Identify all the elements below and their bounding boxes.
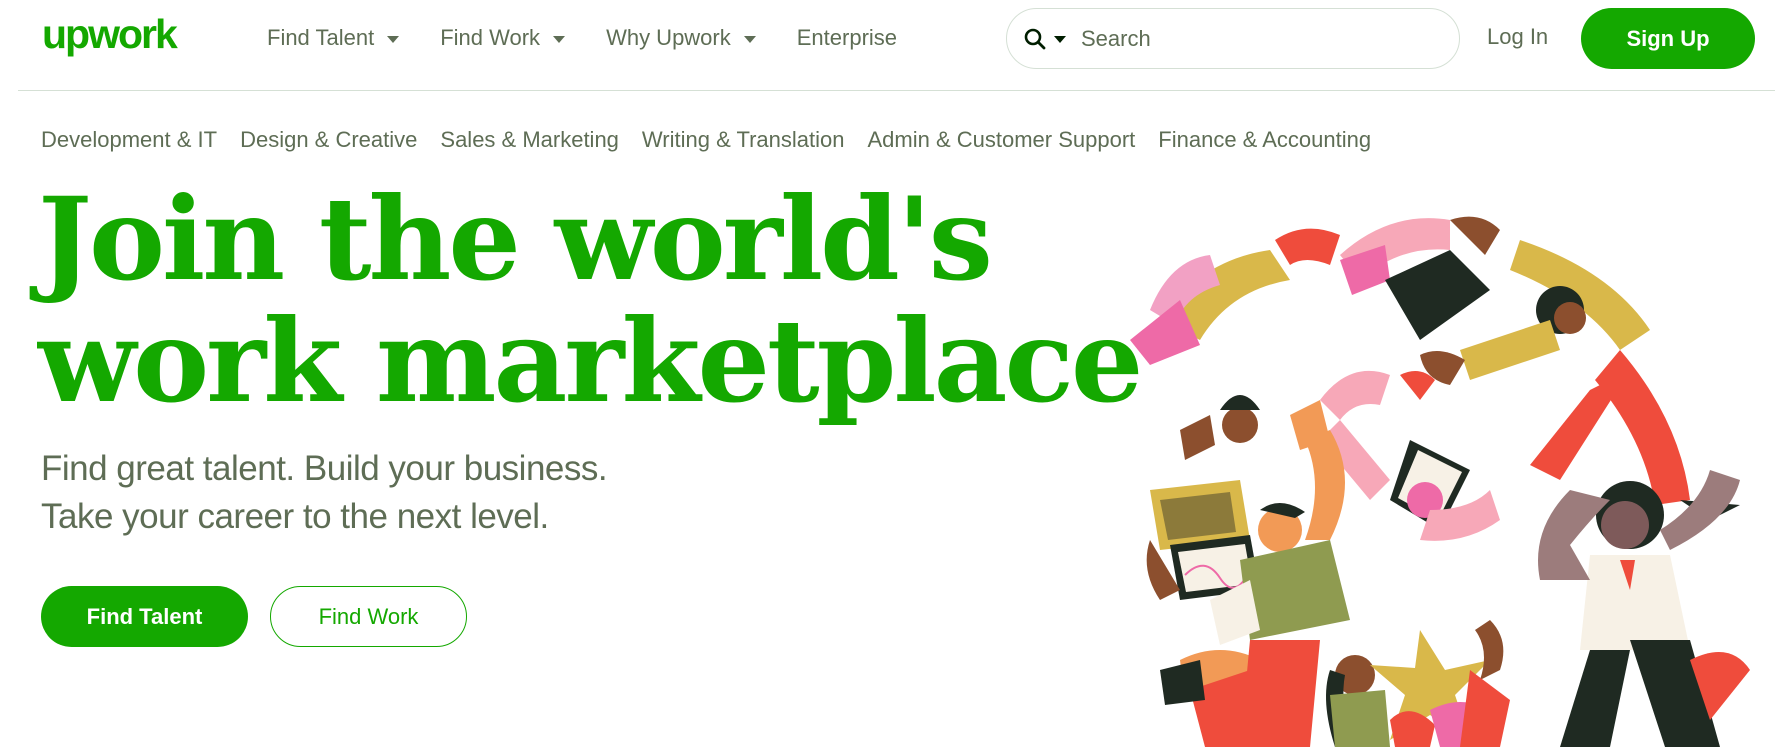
login-link[interactable]: Log In bbox=[1487, 24, 1548, 50]
category-finance-accounting[interactable]: Finance & Accounting bbox=[1158, 127, 1371, 153]
category-nav: Development & IT Design & Creative Sales… bbox=[41, 127, 1394, 153]
signup-button[interactable]: Sign Up bbox=[1581, 8, 1755, 69]
chevron-down-icon bbox=[743, 35, 756, 43]
chevron-down-icon bbox=[553, 35, 566, 43]
chevron-down-icon bbox=[387, 35, 400, 43]
search-icon[interactable] bbox=[1022, 26, 1048, 52]
main-nav: Find Talent Find Work Why Upwork Enterpr… bbox=[267, 21, 938, 55]
hero-headline-line1: Join the world's bbox=[38, 172, 993, 306]
hero-subtitle-line2: Take your career to the next level. bbox=[41, 497, 549, 536]
search-type-dropdown-icon[interactable] bbox=[1054, 36, 1066, 43]
hero-illustration bbox=[1090, 200, 1789, 747]
nav-enterprise-label: Enterprise bbox=[796, 25, 898, 50]
upwork-logo-mark: upwork bbox=[42, 14, 180, 57]
category-sales-marketing[interactable]: Sales & Marketing bbox=[440, 127, 619, 153]
category-development-it[interactable]: Development & IT bbox=[41, 127, 217, 153]
hero-headline: Join the world's work marketplace bbox=[38, 172, 1143, 428]
hero-headline-line2: work marketplace bbox=[38, 294, 1143, 428]
top-navigation: upwork Find Talent Find Work Why Upwork … bbox=[18, 0, 1775, 91]
find-work-button[interactable]: Find Work bbox=[270, 586, 467, 647]
upwork-logo[interactable]: upwork bbox=[42, 14, 202, 64]
search-input[interactable] bbox=[1081, 25, 1411, 52]
svg-text:upwork: upwork bbox=[42, 14, 178, 57]
nav-find-work-label: Find Work bbox=[440, 25, 541, 50]
nav-find-talent-label: Find Talent bbox=[267, 25, 375, 50]
nav-why-upwork-label: Why Upwork bbox=[606, 25, 731, 50]
people-circle-illustration bbox=[1130, 216, 1750, 747]
category-admin-support[interactable]: Admin & Customer Support bbox=[868, 127, 1136, 153]
nav-find-work[interactable]: Find Work bbox=[440, 25, 566, 51]
category-design-creative[interactable]: Design & Creative bbox=[240, 127, 417, 153]
category-writing-translation[interactable]: Writing & Translation bbox=[642, 127, 845, 153]
nav-find-talent[interactable]: Find Talent bbox=[267, 25, 400, 51]
hero-subtitle: Find great talent. Build your business. … bbox=[41, 445, 608, 541]
nav-why-upwork[interactable]: Why Upwork bbox=[606, 25, 756, 51]
search-bar bbox=[1006, 8, 1460, 69]
nav-enterprise[interactable]: Enterprise bbox=[797, 25, 897, 51]
find-talent-button[interactable]: Find Talent bbox=[41, 586, 248, 647]
hero-subtitle-line1: Find great talent. Build your business. bbox=[41, 449, 608, 488]
